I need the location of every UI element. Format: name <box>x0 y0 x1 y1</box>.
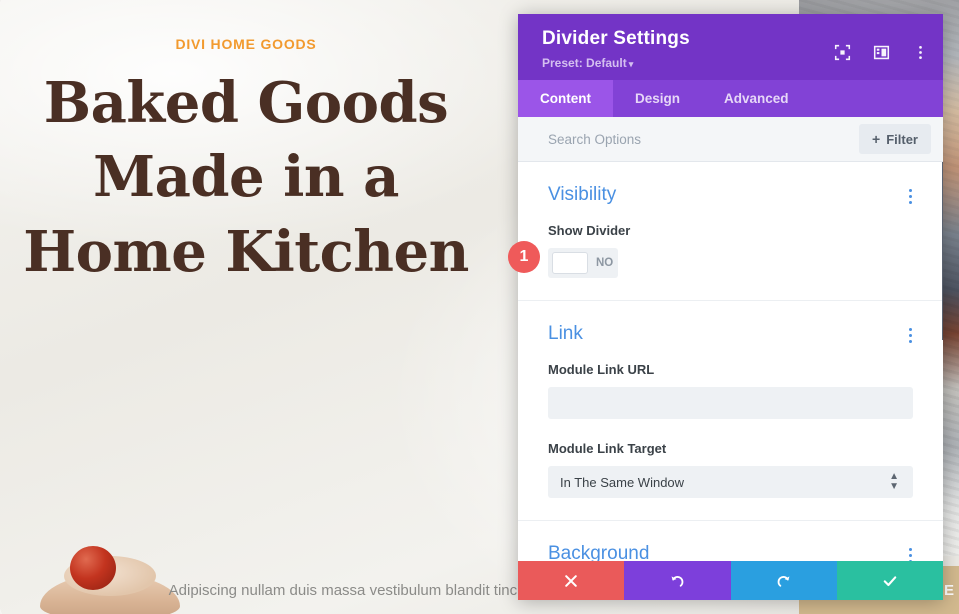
filter-label: Filter <box>886 131 918 147</box>
tab-design[interactable]: Design <box>613 80 702 117</box>
search-input[interactable] <box>548 131 808 147</box>
hero-title: Baked Goods Made in a Home Kitchen <box>0 66 492 289</box>
modal-body: Visibility Show Divider NO Link Module L… <box>518 162 943 600</box>
section-background: Background <box>518 520 943 566</box>
modal-scrollbar[interactable] <box>942 162 943 600</box>
plus-icon: + <box>872 131 881 147</box>
focus-icon[interactable] <box>834 44 851 61</box>
modal-action-bar <box>518 561 943 600</box>
show-divider-label: Show Divider <box>548 223 631 238</box>
hero-eyebrow: DIVI HOME GOODS <box>175 36 317 52</box>
close-icon <box>565 574 577 587</box>
cancel-button[interactable] <box>518 561 625 600</box>
search-row: + Filter <box>518 117 943 162</box>
hero-title-line-3: Home Kitchen <box>23 218 469 285</box>
undo-icon <box>671 575 684 587</box>
section-visibility-title: Visibility <box>548 184 617 205</box>
chevron-down-icon: ▾ <box>628 59 634 69</box>
more-options-icon[interactable] <box>912 44 929 61</box>
select-arrows-icon[interactable]: ▲ ▼ <box>889 472 899 492</box>
hero-title-line-2: Made in a <box>93 144 399 211</box>
modal-tabs: Content Design Advanced <box>518 80 943 117</box>
hero-title-line-1: Baked Goods <box>43 70 449 136</box>
undo-button[interactable] <box>624 561 731 600</box>
redo-button[interactable] <box>730 561 837 600</box>
toggle-knob <box>552 252 588 274</box>
tab-content[interactable]: Content <box>518 80 613 117</box>
section-visibility-menu-icon[interactable] <box>909 184 913 207</box>
modal-header-icons <box>834 44 929 61</box>
section-link-title: Link <box>548 323 583 344</box>
panel-layout-icon[interactable] <box>873 44 890 61</box>
module-link-target-label: Module Link Target <box>548 441 667 456</box>
divider-settings-modal: Divider Settings Preset: Default ▾ Conte… <box>518 14 943 600</box>
modal-scrollbar-thumb[interactable] <box>942 162 943 340</box>
section-link-head: Link <box>548 323 913 346</box>
redo-icon <box>777 575 790 587</box>
cupcake-image <box>18 542 198 614</box>
filter-button[interactable]: + Filter <box>859 124 931 154</box>
field-module-link-target: Module Link Target In The Same Window ▲ ▼ <box>548 441 913 498</box>
field-module-link-url: Module Link URL <box>548 362 913 419</box>
show-divider-value: NO <box>596 257 614 269</box>
section-visibility: Visibility Show Divider NO <box>518 162 943 278</box>
section-link-menu-icon[interactable] <box>909 323 913 346</box>
section-link: Link Module Link URL Module Link Target … <box>518 300 943 498</box>
step-badge-1: 1 <box>508 241 540 273</box>
module-link-target-select-wrap: In The Same Window ▲ ▼ <box>548 466 913 498</box>
section-visibility-head: Visibility <box>548 184 913 207</box>
save-button[interactable] <box>836 561 943 600</box>
tab-advanced[interactable]: Advanced <box>702 80 811 117</box>
show-divider-toggle[interactable]: NO <box>548 248 618 278</box>
field-show-divider: Show Divider NO <box>548 223 913 278</box>
preset-label: Preset: Default <box>542 56 627 70</box>
modal-header: Divider Settings Preset: Default ▾ <box>518 14 943 80</box>
module-link-target-select[interactable]: In The Same Window <box>548 466 913 498</box>
module-link-url-label: Module Link URL <box>548 362 655 377</box>
check-icon <box>883 575 897 586</box>
module-link-url-input[interactable] <box>548 387 913 419</box>
hero-section: DIVI HOME GOODS Baked Goods Made in a Ho… <box>0 36 492 289</box>
